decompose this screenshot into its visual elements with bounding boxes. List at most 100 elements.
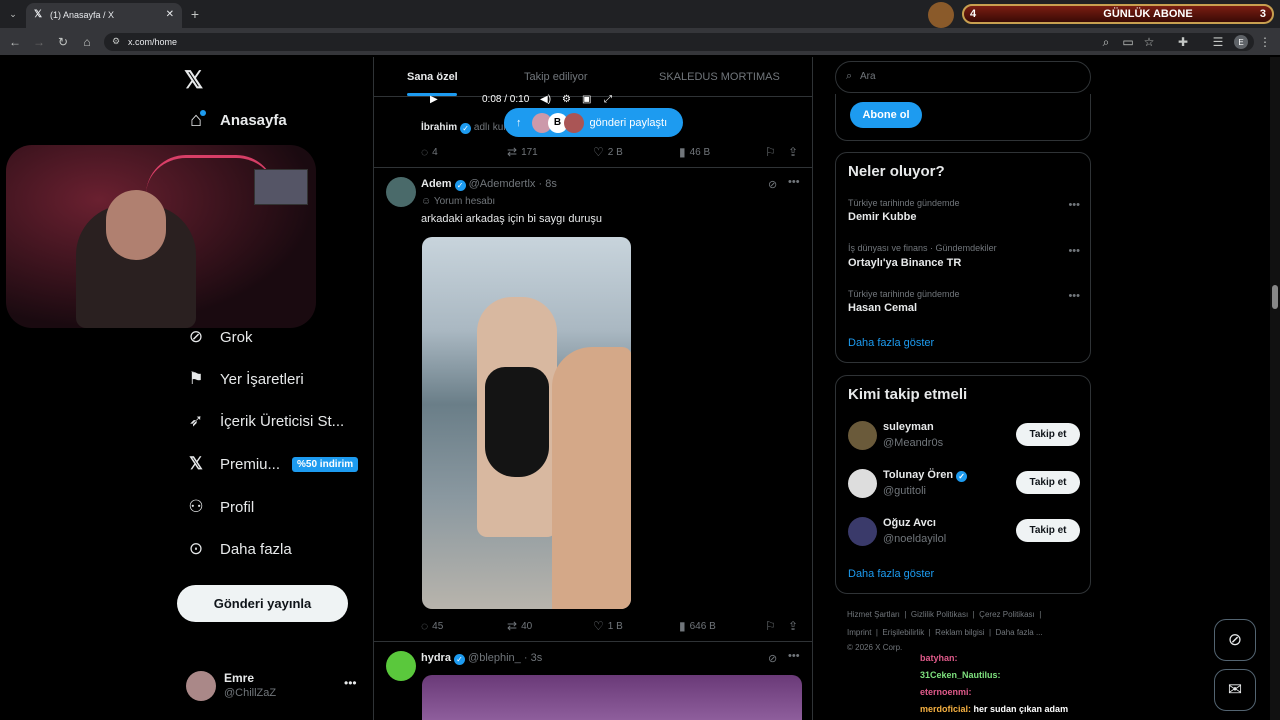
nav-profile[interactable]: ⚇ Profil	[186, 497, 254, 517]
back-icon[interactable]: ←	[6, 33, 24, 51]
post0-reply-button[interactable]: ◌ 4	[421, 145, 438, 159]
post0-view-count: 46 B	[689, 146, 711, 158]
grok-post-icon[interactable]: ⊘	[768, 178, 777, 191]
post0-share-button[interactable]: ⇪	[788, 145, 802, 159]
trend-more-icon[interactable]: •••	[1068, 245, 1080, 257]
post1-avatar[interactable]	[386, 177, 416, 207]
volume-icon[interactable]: ◀)	[540, 94, 551, 105]
suggestion-avatar[interactable]	[848, 421, 877, 450]
post1-reply-button[interactable]: ◌ 45	[421, 619, 443, 633]
scrollbar-thumb[interactable]	[1272, 285, 1278, 309]
follow-button[interactable]: Takip et	[1016, 471, 1080, 494]
post1-share-button[interactable]: ⇪	[788, 619, 802, 633]
trend-more-icon[interactable]: •••	[1068, 290, 1080, 302]
post1-repost-button[interactable]: ⇄ 40	[507, 619, 532, 633]
new-tab-icon[interactable]: +	[186, 5, 204, 23]
bookmark-action-icon: ⚐	[765, 145, 776, 159]
share-icon: ⇪	[788, 619, 799, 633]
footer-links-row-2[interactable]: Imprint | Erişilebilirlik | Reklam bilgi…	[847, 628, 1043, 637]
messages-fab[interactable]: ✉	[1214, 669, 1256, 711]
url-field[interactable]: ⚙ x.com/home	[104, 33, 1254, 51]
new-posts-pill[interactable]: ↑ B gönderi paylaştı	[504, 108, 683, 137]
nav-creator-studio[interactable]: ➶ İçerik Üreticisi St...	[186, 411, 344, 431]
forward-icon[interactable]: →	[30, 33, 48, 51]
tab-search-icon[interactable]: ⌄	[4, 5, 22, 23]
chat-user: 31Ceken_Nautilus:	[920, 670, 1001, 680]
bookmark-action-icon: ⚐	[765, 619, 776, 633]
post0-bookmark-button[interactable]: ⚐	[765, 145, 780, 159]
post0-views[interactable]: ▮ 46 B	[679, 145, 710, 159]
home-icon[interactable]: ⌂	[78, 33, 96, 51]
cast-icon[interactable]: ▭	[1120, 33, 1136, 51]
subscribe-button[interactable]: Abone ol	[850, 102, 922, 128]
banner-title: GÜNLÜK ABONE	[1103, 8, 1193, 20]
media-swimsuit	[485, 367, 549, 477]
suggestion-avatar[interactable]	[848, 517, 877, 546]
post1-time[interactable]: 8s	[545, 178, 557, 190]
post2-avatar[interactable]	[386, 651, 416, 681]
banner-left-count: 4	[970, 8, 977, 20]
scrollbar[interactable]	[1270, 57, 1280, 720]
post0-author[interactable]: İbrahim ✓ adlı kul	[421, 122, 506, 134]
tab-for-you[interactable]: Sana özel	[407, 71, 458, 83]
nav-premium-label: Premiu...	[220, 455, 281, 473]
tab-community[interactable]: SKALEDUS MORTIMAS	[659, 71, 780, 83]
browser-menu-icon[interactable]: ⋮	[1258, 33, 1272, 51]
post1-view-count: 646 B	[689, 620, 716, 632]
who-to-follow-show-more[interactable]: Daha fazla göster	[848, 568, 934, 580]
views-icon: ▮	[679, 145, 686, 159]
grok-fab[interactable]: ⊘	[1214, 619, 1256, 661]
tab-following[interactable]: Takip ediliyor	[524, 71, 588, 83]
post0-repost-button[interactable]: ⇄ 171	[507, 145, 538, 159]
post1-dot: ·	[535, 178, 546, 190]
daily-subscriber-banner: 4 GÜNLÜK ABONE 3	[962, 4, 1274, 24]
trend-more-icon[interactable]: •••	[1068, 199, 1080, 211]
x-logo-icon[interactable]: 𝕏	[184, 66, 203, 95]
search-input[interactable]: ⌕ Ara	[835, 61, 1091, 93]
divider	[374, 641, 812, 642]
post2-handle[interactable]: @blephin_	[468, 652, 521, 664]
follow-button[interactable]: Takip et	[1016, 423, 1080, 446]
chat-user: batyhan:	[920, 653, 958, 663]
post1-media[interactable]	[422, 237, 631, 609]
nav-home[interactable]: ⌂ Anasayfa	[186, 109, 287, 131]
nav-bookmarks[interactable]: ⚑ Yer İşaretleri	[186, 369, 303, 389]
post-more-icon[interactable]: •••	[788, 176, 800, 188]
nav-creator-label: İçerik Üreticisi St...	[220, 412, 345, 430]
post1-bookmark-button[interactable]: ⚐	[765, 619, 780, 633]
reading-list-icon[interactable]: ☰	[1210, 33, 1226, 51]
follow-button[interactable]: Takip et	[1016, 519, 1080, 542]
post1-handle[interactable]: @Ademdertlx	[469, 178, 536, 190]
reload-icon[interactable]: ↻	[54, 33, 72, 51]
close-tab-icon[interactable]: ✕	[166, 9, 174, 20]
account-menu-icon[interactable]: •••	[344, 676, 357, 690]
site-info-icon[interactable]: ⚙	[112, 36, 120, 47]
post1-name[interactable]: Adem	[421, 178, 452, 190]
nav-grok[interactable]: ⊘ Grok	[186, 327, 253, 347]
settings-icon[interactable]: ⚙	[562, 94, 571, 105]
zoom-icon[interactable]: ⌕	[1098, 33, 1114, 51]
x-premium-icon: 𝕏	[189, 454, 203, 473]
post2-name[interactable]: hydra	[421, 652, 451, 664]
pip-icon[interactable]: ▣	[582, 94, 591, 105]
account-switcher[interactable]: Emre @ChillZaZ •••	[184, 668, 364, 704]
grok-post-icon[interactable]: ⊘	[768, 652, 777, 665]
post-more-icon[interactable]: •••	[788, 650, 800, 662]
post2-media[interactable]	[422, 675, 802, 720]
play-icon[interactable]: ▶	[430, 94, 438, 105]
post1-views[interactable]: ▮ 646 B	[679, 619, 716, 633]
suggestion-avatar[interactable]	[848, 469, 877, 498]
fullscreen-icon[interactable]: ⤢	[604, 94, 612, 105]
post1-like-button[interactable]: ♡ 1 B	[593, 619, 623, 633]
profile-avatar-icon[interactable]: E	[1234, 35, 1248, 49]
star-icon[interactable]: ☆	[1141, 33, 1157, 51]
extensions-icon[interactable]: ✚	[1175, 33, 1191, 51]
footer-links-row-1[interactable]: Hizmet Şartları | Gizlilik Politikası | …	[847, 610, 1041, 619]
nav-premium[interactable]: 𝕏 Premiu... %50 indirim	[186, 454, 359, 474]
post-button[interactable]: Gönderi yayınla	[177, 585, 348, 622]
browser-tab[interactable]: 𝕏 (1) Anasayfa / X ✕	[26, 3, 182, 28]
post2-time[interactable]: 3s	[531, 652, 543, 664]
post0-like-button[interactable]: ♡ 2 B	[593, 145, 623, 159]
trends-show-more[interactable]: Daha fazla göster	[848, 337, 934, 349]
nav-more[interactable]: ⊙ Daha fazla	[186, 539, 292, 559]
